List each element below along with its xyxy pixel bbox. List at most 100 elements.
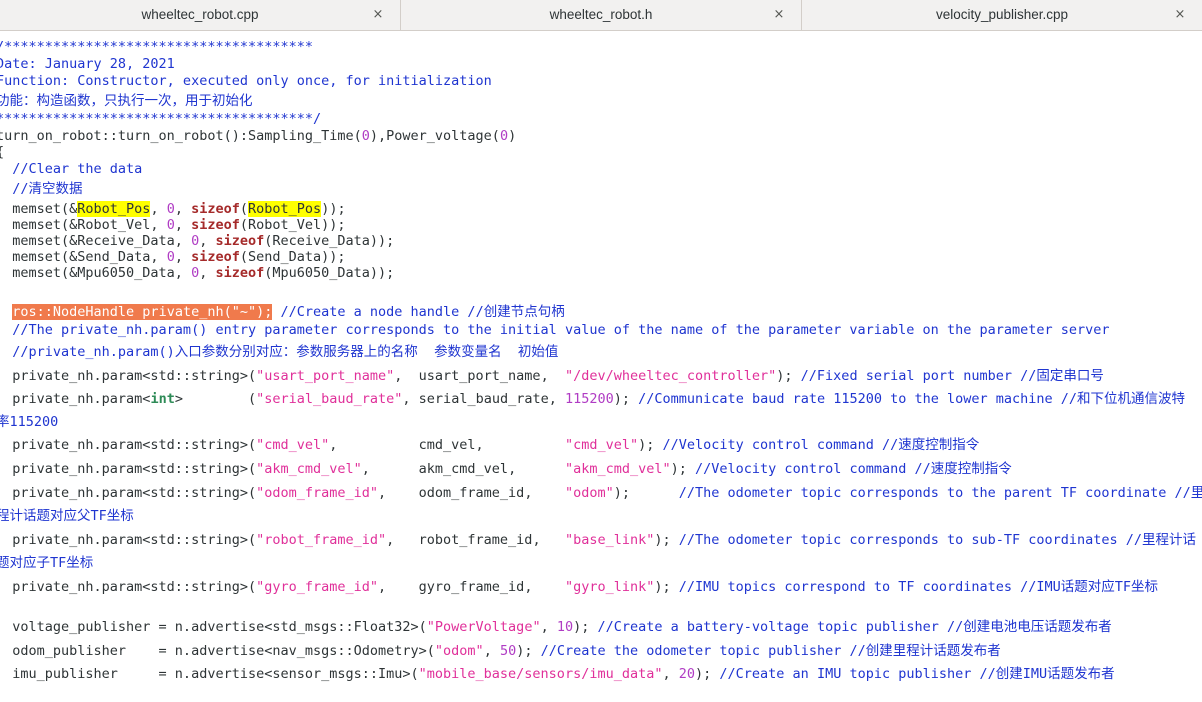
comment-text: /************************************** (0, 39, 313, 55)
code-line[interactable]: private_nh.param<std::string>("robot_fra… (0, 530, 1196, 550)
code-text: odom_publisher = n.advertise<nav_msgs::O… (0, 643, 435, 659)
string-literal: "serial_baud_rate" (256, 391, 403, 407)
type-keyword: int (150, 391, 175, 407)
string-literal: "akm_cmd_vel" (564, 461, 671, 477)
string-literal: "usart_port_name" (256, 368, 395, 384)
code-text: ); (654, 532, 679, 548)
code-text: , odom_frame_id, (378, 485, 565, 501)
code-text: , cmd_vel, (329, 437, 565, 453)
code-line[interactable]: memset(&Mpu6050_Data, 0, sizeof(Mpu6050_… (0, 263, 394, 283)
code-line[interactable]: //private_nh.param()入口参数分别对应：参数服务器上的名称 参… (0, 342, 558, 362)
number-literal: 115200 (564, 391, 614, 407)
code-text: imu_publisher = n.advertise<sensor_msgs:… (0, 666, 419, 682)
code-text: ); (638, 437, 663, 453)
code-line[interactable]: //The private_nh.param() entry parameter… (0, 320, 1110, 340)
code-text: { (0, 144, 4, 160)
code-line[interactable]: voltage_publisher = n.advertise<std_msgs… (0, 617, 1112, 637)
code-text: private_nh.param<std::string>( (0, 579, 257, 595)
code-line[interactable]: private_nh.param<std::string>("cmd_vel",… (0, 435, 979, 455)
tab-bar: wheeltec_robot.cpp × wheeltec_robot.h × … (0, 0, 1202, 31)
code-text: private_nh.param< (0, 391, 151, 407)
comment-text: Date: January 28, 2021 (0, 56, 175, 72)
comment-text: //Velocity control command //速度控制指令 (695, 461, 1012, 477)
string-literal: "/dev/wheeltec_controller" (564, 368, 777, 384)
string-literal: "cmd_vel" (256, 437, 330, 453)
tab-close-button[interactable]: × (771, 7, 787, 23)
code-text: , (540, 619, 557, 635)
code-line[interactable]: //清空数据 (0, 179, 83, 199)
code-line[interactable]: Function: Constructor, executed only onc… (0, 71, 492, 91)
code-line[interactable]: ros::NodeHandle private_nh("~"); //Creat… (0, 302, 565, 322)
number-literal: 20 (678, 666, 696, 682)
number-literal: 10 (556, 619, 574, 635)
comment-text: 功能：构造函数，只执行一次，用于初始化 (0, 93, 253, 109)
code-line[interactable]: 题对应子TF坐标 (0, 553, 93, 573)
code-text: , gyro_frame_id, (378, 579, 565, 595)
comment-text: //Create a battery-voltage topic publish… (597, 619, 1112, 635)
string-literal: "odom" (564, 485, 614, 501)
code-line[interactable]: 功能：构造函数，只执行一次，用于初始化 (0, 91, 253, 111)
code-line[interactable]: private_nh.param<std::string>("odom_fram… (0, 483, 1202, 503)
string-literal: "odom_frame_id" (256, 485, 379, 501)
comment-text: //Create an IMU topic publisher //创建IMU话… (719, 666, 1115, 682)
tab-label: wheeltec_robot.cpp (141, 7, 259, 22)
tab-label: wheeltec_robot.h (549, 7, 653, 22)
code-line[interactable]: private_nh.param<std::string>("gyro_fram… (0, 577, 1158, 597)
code-text: voltage_publisher = n.advertise<std_msgs… (0, 619, 427, 635)
code-text: > ( (174, 391, 257, 407)
string-literal: "cmd_vel" (564, 437, 639, 453)
code-line[interactable]: private_nh.param<std::string>("usart_por… (0, 366, 1104, 386)
code-text: , (199, 265, 216, 281)
code-text: ),Power_voltage( (369, 128, 500, 144)
code-text: , usart_port_name, (394, 368, 565, 384)
code-text: ); (776, 368, 801, 384)
code-text: (Mpu6050_Data)); (264, 265, 395, 281)
comment-text: ***************************************/ (0, 111, 322, 127)
code-line[interactable]: 程计话题对应父TF坐标 (0, 506, 134, 526)
code-text: ) (508, 128, 517, 144)
number-literal: 0 (499, 128, 509, 144)
code-text: ); (613, 485, 679, 501)
comment-text: //Communicate baud rate 115200 to the lo… (638, 391, 1186, 407)
comment-text: //Clear the data (0, 161, 143, 177)
code-line[interactable]: 率115200 (0, 412, 58, 432)
code-line[interactable]: private_nh.param<std::string>("akm_cmd_v… (0, 459, 1012, 479)
comment-text: //The odometer topic corresponds to sub-… (678, 532, 1197, 548)
string-literal: "base_link" (564, 532, 655, 548)
code-editor[interactable]: /************************************** D… (0, 31, 1202, 702)
comment-text: //清空数据 (0, 181, 83, 197)
code-text: ); (654, 579, 679, 595)
code-line[interactable]: private_nh.param<int> ("serial_baud_rate… (0, 389, 1185, 409)
comment-text: //private_nh.param()入口参数分别对应：参数服务器上的名称 参… (0, 344, 559, 360)
code-text: private_nh.param<std::string>( (0, 485, 257, 501)
code-text: , (662, 666, 679, 682)
comment-text: //Fixed serial port number //固定串口号 (800, 368, 1104, 384)
tab-close-button[interactable]: × (370, 7, 386, 23)
number-literal: 0 (361, 128, 370, 144)
code-text: private_nh.param<std::string>( (0, 437, 257, 453)
selected-text: ros::NodeHandle private_nh("~"); (12, 304, 273, 320)
tab-wheeltec-robot-cpp[interactable]: wheeltec_robot.cpp × (0, 0, 401, 30)
code-text: private_nh.param<std::string>( (0, 461, 257, 477)
code-text: , robot_frame_id, (386, 532, 565, 548)
code-text: turn_on_robot::turn_on_robot():Sampling_… (0, 128, 362, 144)
string-literal: "robot_frame_id" (256, 532, 387, 548)
comment-text: //Velocity control command //速度控制指令 (662, 437, 980, 453)
code-text: private_nh.param<std::string>( (0, 368, 257, 384)
code-line[interactable]: //Clear the data (0, 159, 142, 179)
code-line[interactable]: turn_on_robot::turn_on_robot():Sampling_… (0, 126, 516, 146)
tab-close-button[interactable]: × (1172, 7, 1188, 23)
string-literal: "akm_cmd_vel" (256, 461, 362, 477)
tab-wheeltec-robot-h[interactable]: wheeltec_robot.h × (401, 0, 802, 30)
code-text: ); (573, 619, 598, 635)
comment-text: //The private_nh.param() entry parameter… (0, 322, 1110, 338)
code-line[interactable]: odom_publisher = n.advertise<nav_msgs::O… (0, 641, 1000, 661)
code-text: ); (613, 391, 639, 407)
number-literal: 50 (499, 643, 517, 659)
code-line[interactable]: imu_publisher = n.advertise<sensor_msgs:… (0, 664, 1115, 684)
tab-velocity-publisher-cpp[interactable]: velocity_publisher.cpp × (802, 0, 1202, 30)
string-literal: "gyro_frame_id" (256, 579, 379, 595)
comment-text: 题对应子TF坐标 (0, 555, 94, 571)
